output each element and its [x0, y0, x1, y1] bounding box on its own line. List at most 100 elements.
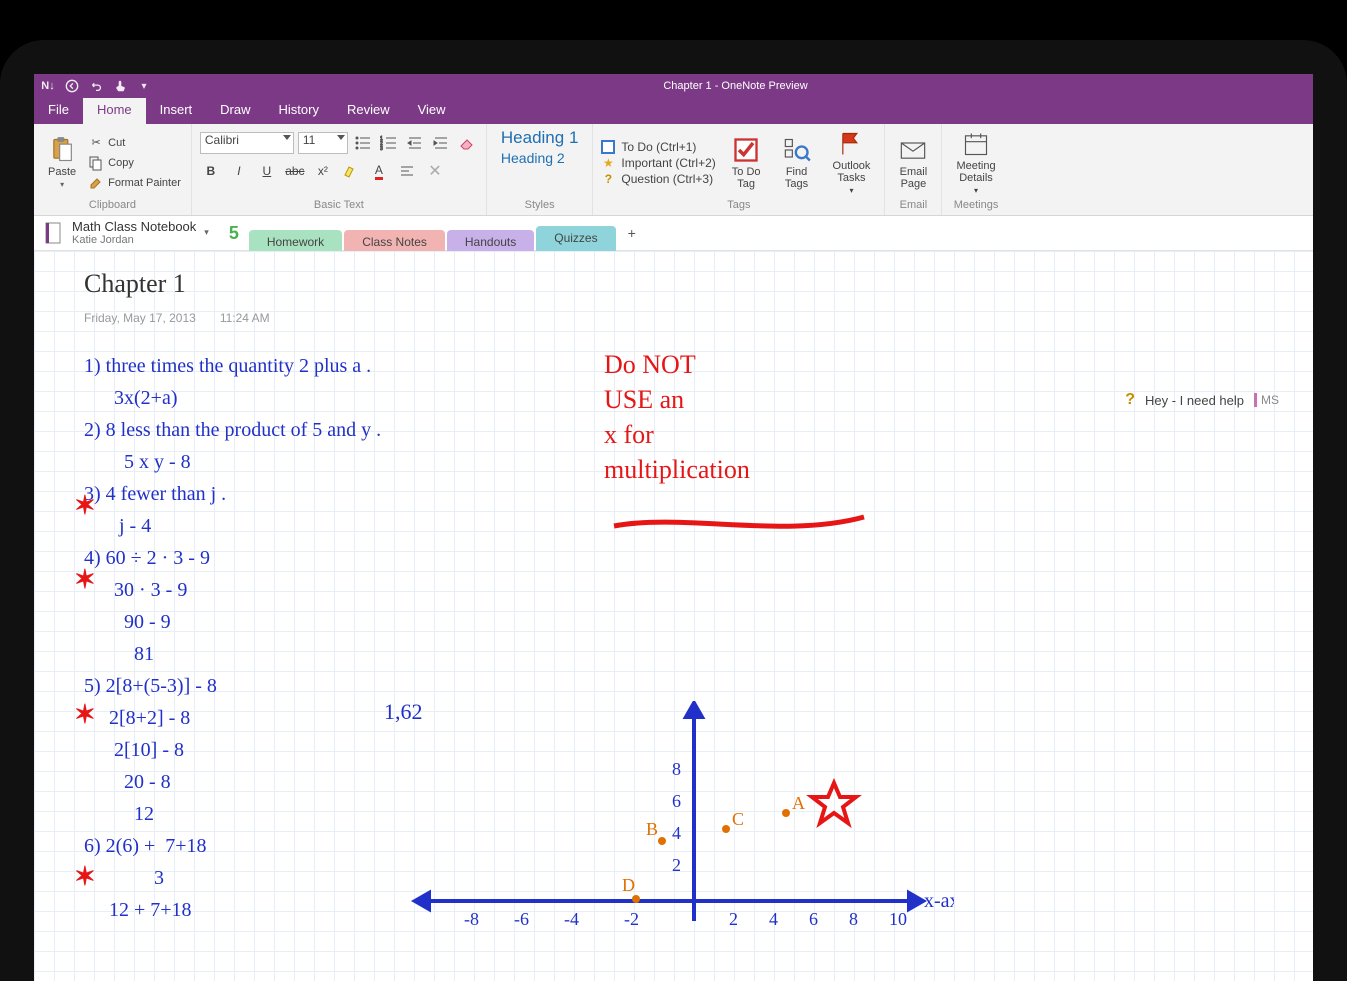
checkbox-icon [732, 136, 760, 164]
svg-text:4: 4 [769, 909, 778, 929]
question-icon: ? [601, 172, 615, 186]
clear-format-icon[interactable]: ✕ [424, 160, 446, 182]
touch-mode-icon[interactable] [112, 78, 128, 94]
svg-text:-2: -2 [624, 909, 639, 929]
handwriting-line: 12 + 7+18 [84, 899, 192, 922]
highlight-icon[interactable] [340, 160, 362, 182]
cut-button[interactable]: ✂Cut [86, 134, 183, 152]
section-tabs: HomeworkClass NotesHandoutsQuizzes [249, 216, 618, 250]
calendar-icon [962, 130, 990, 158]
meeting-details-button[interactable]: Meeting Details▾ [950, 128, 1001, 197]
svg-text:C: C [732, 809, 744, 829]
handwriting-line: 2[8+2] - 8 [84, 707, 190, 730]
style-heading-1[interactable]: Heading 1 [495, 128, 585, 150]
svg-text:2: 2 [729, 909, 738, 929]
scissors-icon: ✂ [88, 135, 104, 151]
todo-tag-button[interactable]: To Do Tag [726, 134, 767, 192]
handwriting-line: 3) 4 fewer than j . [84, 483, 226, 506]
menu-review[interactable]: Review [333, 98, 404, 124]
bold-icon[interactable]: B [200, 160, 222, 182]
ribbon-group-styles: Heading 1 Heading 2 Styles [487, 124, 594, 215]
add-section-button[interactable]: + [618, 221, 646, 245]
bullet-list-icon[interactable] [352, 132, 374, 154]
strike-icon[interactable]: abc [284, 160, 306, 182]
copy-icon [88, 155, 104, 171]
group-label: Meetings [950, 197, 1001, 213]
align-icon[interactable] [396, 160, 418, 182]
font-name-select[interactable]: Calibri [200, 132, 294, 154]
undo-icon[interactable] [88, 78, 104, 94]
note-container[interactable]: ? Hey - I need help MS [1125, 391, 1283, 409]
handwriting-line: 4) 60 ÷ 2 · 3 - 9 [84, 547, 210, 570]
svg-text:-8: -8 [464, 909, 479, 929]
handwriting-line: 5) 2[8+(5-3)] - 8 [84, 675, 217, 698]
group-label: Basic Text [200, 197, 478, 213]
notebook-user: Katie Jordan [72, 234, 196, 246]
menu-home[interactable]: Home [83, 98, 146, 124]
handwriting-line: 3 [84, 867, 164, 890]
app-icon: N↓ [40, 78, 56, 94]
handwriting-line: 2) 8 less than the product of 5 and y . [84, 419, 381, 442]
ribbon: Paste ▾ ✂Cut Copy Format Painter Clipboa… [34, 124, 1313, 216]
ribbon-group-basic-text: Calibri 11 123 B I U abc x² [192, 124, 487, 215]
eraser-icon[interactable] [456, 132, 478, 154]
tag-item-2[interactable]: ?Question (Ctrl+3) [601, 171, 715, 187]
group-label: Styles [495, 197, 585, 213]
menu-history[interactable]: History [265, 98, 333, 124]
svg-text:B: B [646, 819, 658, 839]
subscript-icon[interactable]: x² [312, 160, 334, 182]
underline-icon[interactable]: U [256, 160, 278, 182]
italic-icon[interactable]: I [228, 160, 250, 182]
format-painter-button[interactable]: Format Painter [86, 174, 183, 192]
handwriting-graph: -8-6-4-2246810 2468 x-axis A B C D [394, 701, 954, 961]
todo-box-icon [601, 140, 615, 154]
menu-insert[interactable]: Insert [146, 98, 207, 124]
underline-icon [604, 511, 884, 541]
find-tags-button[interactable]: Find Tags [777, 134, 817, 192]
handwriting-line: 20 - 8 [84, 771, 171, 794]
handwriting-line: 30 · 3 - 9 [84, 579, 187, 602]
font-size-select[interactable]: 11 [298, 132, 348, 154]
menu-draw[interactable]: Draw [206, 98, 264, 124]
tag-item-1[interactable]: ★Important (Ctrl+2) [601, 155, 715, 171]
notebook-selector[interactable]: Math Class Notebook Katie Jordan ▾ [34, 220, 219, 246]
page-canvas[interactable]: Chapter 1 Friday, May 17, 201311:24 AM 1… [34, 251, 1313, 981]
svg-text:x-axis: x-axis [924, 890, 954, 912]
paste-icon [48, 136, 76, 164]
svg-text:-6: -6 [514, 909, 529, 929]
svg-text:A: A [792, 793, 805, 813]
red-star-icon: ✶ [74, 490, 96, 521]
qat-overflow-icon[interactable]: ▾ [136, 78, 152, 94]
svg-text:3: 3 [380, 146, 383, 152]
handwriting-line: 5 x y - 8 [84, 451, 191, 474]
svg-text:6: 6 [672, 791, 681, 811]
ribbon-group-email: Email Page Email [885, 124, 942, 215]
outlook-tasks-button[interactable]: Outlook Tasks▾ [827, 128, 877, 197]
menu-file[interactable]: File [34, 98, 83, 124]
font-color-icon[interactable]: A [368, 160, 390, 182]
outdent-icon[interactable] [404, 132, 426, 154]
email-page-button[interactable]: Email Page [893, 134, 933, 192]
red-star-icon: ✶ [74, 564, 96, 595]
back-icon[interactable] [64, 78, 80, 94]
notebook-badge: 5 [219, 223, 249, 244]
handwriting-line: 3x(2+a) [84, 387, 177, 410]
section-tab-quizzes[interactable]: Quizzes [536, 226, 615, 252]
envelope-icon [899, 136, 927, 164]
svg-text:4: 4 [672, 823, 681, 843]
tag-item-0[interactable]: To Do (Ctrl+1) [601, 139, 715, 155]
number-list-icon[interactable]: 123 [378, 132, 400, 154]
group-label: Email [893, 197, 933, 213]
handwriting-line: 81 [84, 643, 154, 666]
menu-view[interactable]: View [404, 98, 460, 124]
copy-button[interactable]: Copy [86, 154, 183, 172]
page-title[interactable]: Chapter 1 [84, 269, 294, 299]
handwriting-red-note: Do NOTUSE anx formultiplication [604, 347, 750, 487]
svg-text:8: 8 [672, 759, 681, 779]
paste-button[interactable]: Paste ▾ [42, 134, 82, 191]
question-icon: ? [1125, 391, 1135, 409]
indent-icon[interactable] [430, 132, 452, 154]
style-heading-2[interactable]: Heading 2 [495, 150, 571, 168]
handwriting-line: 12 [84, 803, 154, 826]
handwriting-line: 6) 2(6) + 7+18 [84, 835, 207, 858]
